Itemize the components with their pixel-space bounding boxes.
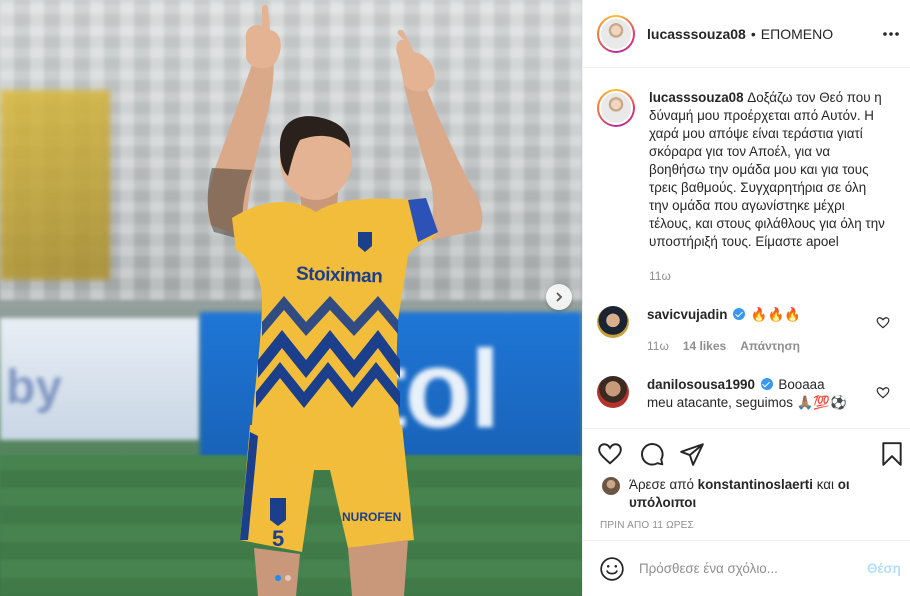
carousel-dot-active — [275, 575, 281, 581]
player-figure — [207, 5, 483, 596]
caption: lucasssouza08 Δοξάζω τον Θεό που η δύναμ… — [597, 89, 889, 251]
liker-avatar[interactable] — [601, 476, 621, 496]
commenter-avatar[interactable] — [597, 376, 629, 408]
add-comment-bar: Θέση — [583, 540, 910, 596]
caption-text: lucasssouza08 Δοξάζω τον Θεό που η δύναμ… — [649, 89, 889, 251]
post-comment-button[interactable]: Θέση — [867, 561, 901, 576]
action-section: Άρεσε από konstantinoslaerti και οι υπόλ… — [583, 428, 910, 540]
likes-prefix: Άρεσε από — [629, 477, 694, 492]
post-side-panel: lucasssouza08 • ΕΠΟΜΕΝΟ lucasssouza08 Δο… — [582, 0, 910, 596]
comment-username[interactable]: savicvujadin — [647, 307, 727, 322]
comment-like-heart-icon[interactable] — [876, 386, 890, 400]
caption-body: Δοξάζω τον Θεό που η δύναμή μου προέρχετ… — [649, 90, 885, 249]
caption-author-avatar[interactable] — [597, 89, 635, 127]
shorts-sponsor-text: NUROFEN — [342, 510, 402, 524]
likes-text: Άρεσε από konstantinoslaerti και οι υπόλ… — [629, 476, 869, 512]
comment-username[interactable]: danilosousa1990 — [647, 377, 755, 392]
comment-text: 🔥🔥🔥 — [750, 307, 801, 322]
carousel-dots — [275, 575, 291, 581]
jersey-sponsor-text: Stoiximan — [295, 263, 383, 288]
bookmark-icon[interactable] — [879, 441, 905, 467]
carousel-dot — [285, 575, 291, 581]
verified-badge-icon — [760, 378, 773, 390]
share-icon[interactable] — [679, 441, 705, 467]
comment-time[interactable]: 11ω — [647, 337, 669, 355]
likes-middle: και — [816, 477, 834, 492]
reply-button[interactable]: Απάντηση — [740, 337, 800, 355]
header-separator: • — [750, 25, 756, 42]
author-username[interactable]: lucasssouza08 — [647, 26, 746, 42]
comment-likes[interactable]: 14 likes — [683, 337, 726, 355]
comment-like-heart-icon[interactable] — [876, 316, 890, 330]
verified-badge-icon — [733, 308, 746, 320]
comment-meta: 11ω 14 likes Απάντηση — [647, 337, 847, 355]
likes-summary: Άρεσε από konstantinoslaerti και οι υπόλ… — [601, 476, 869, 512]
comment-item: savicvujadin 🔥🔥🔥 11ω 14 likes Απάντηση — [597, 306, 847, 355]
comment-input[interactable] — [639, 561, 861, 576]
post-header: lucasssouza08 • ΕΠΟΜΕΝΟ — [583, 0, 910, 68]
following-button[interactable]: ΕΠΟΜΕΝΟ — [761, 26, 833, 42]
shirt-number: 5 — [272, 526, 285, 551]
comment-body: danilosousa1990 Booaaa meu atacante, seg… — [647, 376, 847, 412]
post-photo[interactable]: by tol Stoiximan NUROFEN 5 — [0, 0, 582, 596]
heart-icon[interactable] — [597, 441, 623, 467]
caption-time[interactable]: 11ω — [649, 269, 671, 283]
comment-icon[interactable] — [639, 441, 665, 467]
author-avatar[interactable] — [597, 14, 635, 53]
commenter-avatar[interactable] — [597, 306, 629, 338]
liker-username[interactable]: konstantinoslaerti — [698, 477, 813, 492]
emoji-icon[interactable] — [599, 556, 625, 582]
comment-body: savicvujadin 🔥🔥🔥 11ω 14 likes Απάντηση — [647, 306, 847, 355]
more-options-icon[interactable] — [881, 24, 901, 44]
post-timestamp[interactable]: ΠΡΙΝ ΑΠΟ 11 ΩΡΕΣ — [600, 520, 694, 531]
caption-username[interactable]: lucasssouza08 — [649, 90, 744, 105]
comment-item: danilosousa1990 Booaaa meu atacante, seg… — [597, 376, 847, 412]
next-arrow-icon[interactable] — [546, 284, 572, 310]
